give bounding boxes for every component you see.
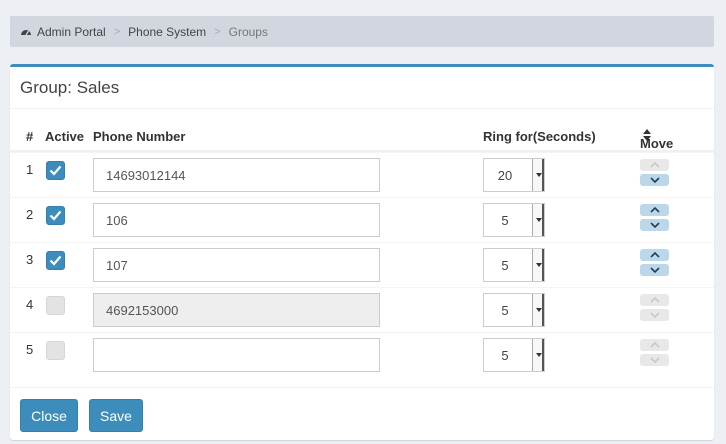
phone-number-input[interactable] [93,158,380,192]
active-checkbox[interactable] [46,206,65,225]
ring-seconds-select[interactable]: 5 [483,293,545,327]
row-number: 5 [26,342,34,357]
select-arrow-icon [532,159,544,191]
breadcrumb-phone-system[interactable]: Phone System [128,25,206,39]
close-button[interactable]: Close [20,399,78,432]
move-controls [640,249,669,279]
move-up-button[interactable] [640,339,669,351]
move-down-button[interactable] [640,264,669,276]
select-arrow-icon [532,249,544,281]
move-down-button[interactable] [640,219,669,231]
move-controls [640,159,669,189]
select-arrow-icon [532,339,544,371]
move-up-button[interactable] [640,204,669,216]
chevron-up-icon [649,162,660,168]
breadcrumb: Admin Portal > Phone System > Groups [10,16,714,47]
chevron-down-icon [649,222,660,228]
active-checkbox[interactable] [46,251,65,270]
move-controls [640,204,669,234]
ring-seconds-value: 20 [497,167,513,183]
table-row: 5 5 [10,332,714,377]
active-checkbox[interactable] [46,161,65,180]
ring-seconds-select[interactable]: 5 [483,203,545,237]
breadcrumb-admin-portal[interactable]: Admin Portal [37,25,106,39]
chevron-down-icon [649,312,660,318]
chevron-up-icon [649,342,660,348]
page-title: Group: Sales [20,77,120,97]
phone-number-input[interactable] [93,203,380,237]
chevron-up-icon [649,297,660,303]
breadcrumb-separator: > [214,25,221,38]
header-move-label: Move [640,136,674,151]
row-number: 2 [26,207,34,222]
chevron-down-icon [649,267,660,273]
chevron-down-icon [649,357,660,363]
move-up-button[interactable] [640,159,669,171]
move-controls [640,339,669,369]
header-move[interactable]: Move [640,129,673,151]
move-up-button[interactable] [640,294,669,306]
check-icon [49,165,62,176]
active-checkbox[interactable] [46,296,65,315]
move-controls [640,294,669,324]
dashboard-icon [21,29,31,35]
select-arrow-icon [532,204,544,236]
header-ring-for: Ring for(Seconds) [483,129,596,144]
breadcrumb-groups: Groups [228,24,268,39]
row-number: 3 [26,252,34,267]
active-checkbox[interactable] [46,341,65,360]
panel-footer: Close Save [10,387,714,443]
header-phone-number: Phone Number [93,129,186,144]
table-row: 1 20 [10,152,714,197]
table-row: 3 5 [10,242,714,287]
ring-seconds-value: 5 [501,347,509,363]
ring-seconds-select[interactable]: 5 [483,338,545,372]
panel-header: Group: Sales [10,67,714,109]
move-down-button[interactable] [640,174,669,186]
ring-seconds-select[interactable]: 20 [483,158,545,192]
ring-seconds-value: 5 [501,212,509,228]
chevron-up-icon [649,207,660,213]
save-button[interactable]: Save [89,399,143,432]
row-number: 1 [26,162,34,177]
table-row: 2 5 [10,197,714,242]
header-num: # [26,129,34,144]
move-up-button[interactable] [640,249,669,261]
move-down-button[interactable] [640,354,669,366]
table-row: 4 5 [10,287,714,332]
chevron-down-icon [649,177,660,183]
phone-number-input[interactable] [93,338,380,372]
row-number: 4 [26,297,34,312]
ring-seconds-value: 5 [501,302,509,318]
group-panel: Group: Sales # Active Phone Number Ring … [10,64,714,440]
table-header: # Active Phone Number Ring for(Seconds) … [10,122,714,152]
move-down-button[interactable] [640,309,669,321]
check-icon [49,210,62,221]
breadcrumb-separator: > [113,25,121,38]
header-active: Active [45,129,85,144]
ring-seconds-value: 5 [501,257,509,273]
ring-seconds-select[interactable]: 5 [483,248,545,282]
chevron-up-icon [649,252,660,258]
check-icon [49,255,62,266]
select-arrow-icon [532,294,544,326]
phone-number-input[interactable] [93,248,380,282]
phone-number-input[interactable] [93,293,380,327]
